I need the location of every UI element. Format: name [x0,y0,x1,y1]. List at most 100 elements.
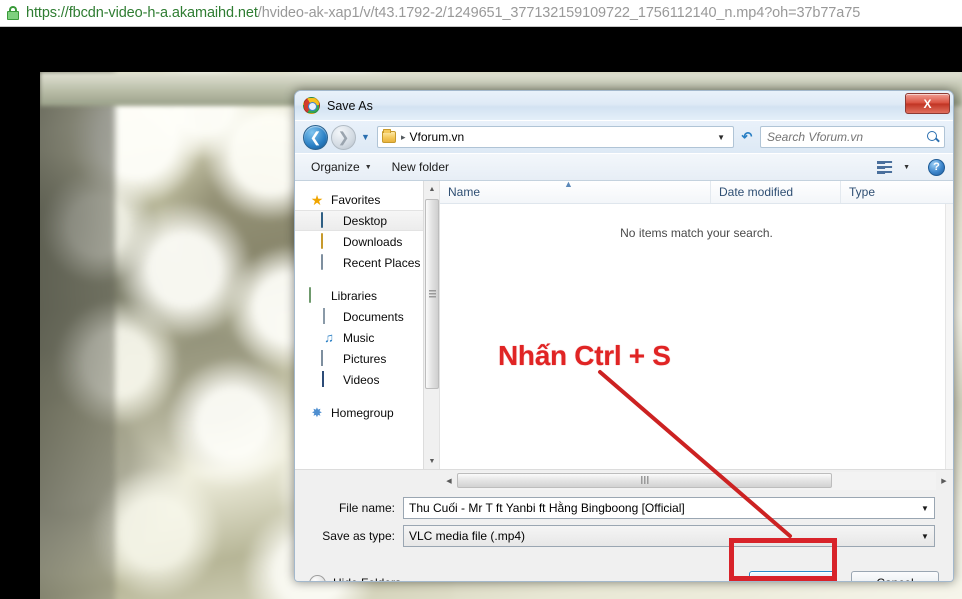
new-folder-label: New folder [391,160,449,174]
view-list-icon[interactable] [877,160,894,174]
hide-folders-button[interactable]: ▲ Hide Folders [309,574,401,581]
back-button[interactable]: ❮ [303,124,328,150]
help-icon[interactable]: ? [928,158,945,176]
url-text: https://fbcdn-video-h-a.akamaihd.net/hvi… [26,0,861,26]
forward-button[interactable]: ❯ [331,124,356,150]
desktop-icon [321,211,337,229]
tree-label: Recent Places [343,255,421,270]
tree-label: Homegroup [331,405,394,420]
cancel-label: Cancel [876,576,913,581]
breadcrumb[interactable]: Vforum.vn [410,130,465,144]
cancel-button[interactable]: Cancel [851,571,939,581]
address-breadcrumb-bar[interactable]: ▸ Vforum.vn ▼ [377,126,734,148]
scroll-down-button[interactable]: ▼ [424,453,439,469]
dialog-title-bar: Save As X [295,91,953,121]
navigation-tree[interactable]: ★ Favorites Desktop Downloads Recent Pla… [295,181,440,469]
column-label: Type [849,185,876,199]
file-name-label: File name: [338,501,395,515]
empty-list-message: No items match your search. [620,226,773,240]
column-header-date-modified[interactable]: Date modified [711,181,841,203]
command-toolbar: Organize ▼ New folder ▼ ? [295,153,953,181]
sidebar-item-pictures[interactable]: Pictures [295,348,439,369]
address-dropdown-icon[interactable]: ▼ [713,133,729,142]
document-icon [321,307,337,325]
folder-icon [321,232,337,250]
search-input[interactable] [765,129,926,145]
tree-label: Documents [343,309,404,324]
forward-arrow-icon: ❯ [337,129,350,145]
hscroll-thumb[interactable] [457,472,832,488]
organize-label: Organize [311,160,360,174]
star-icon: ★ [310,191,324,208]
hscroll-left-button[interactable]: ◀ [441,472,457,490]
dialog-title: Save As [327,98,373,113]
column-label: Date modified [719,185,794,199]
tree-label: Pictures [343,351,387,366]
column-header-type[interactable]: Type [841,181,953,203]
tree-group-favorites[interactable]: ★ Favorites [295,189,439,210]
sidebar-item-recent-places[interactable]: Recent Places [295,252,439,273]
horizontal-scrollbar-row: ◀ ▶ [295,469,953,491]
tree-label: Downloads [343,234,403,249]
save-as-type-value: VLC media file (.mp4) [409,529,526,543]
search-icon [926,130,940,144]
chevron-down-icon[interactable]: ▼ [916,532,934,541]
sidebar-item-homegroup[interactable]: ✸ Homegroup [295,402,439,423]
tree-label: Favorites [331,192,381,207]
libraries-icon [309,286,325,304]
hscroll-track[interactable] [457,471,936,490]
url-path: /hvideo-ak-xap1/v/t43.1792-2/1249651_377… [257,4,861,21]
sidebar-item-videos[interactable]: Videos [295,369,439,390]
save-as-type-label: Save as type: [322,529,395,543]
sidebar-item-music[interactable]: ♫ Music [295,327,439,348]
file-list-scrollbar[interactable] [945,204,953,469]
breadcrumb-separator-icon: ▸ [401,131,406,142]
tree-scrollbar[interactable]: ▲ ▼ [423,181,439,469]
chevron-down-icon: ▼ [361,132,370,142]
tree-label: Libraries [331,288,378,303]
tree-group-libraries[interactable]: Libraries [295,285,439,306]
refresh-icon: ↶ [741,129,753,144]
save-as-dialog: Save As X ❮ ❯ ▼ ▸ Vforum.vn ▼ ↶ Search V… [294,90,954,582]
file-name-input[interactable]: Thu Cuối - Mr T ft Yanbi ft Hằng Bingboo… [403,497,935,519]
chevron-down-icon: ▼ [903,163,910,171]
hide-folders-label: Hide Folders [333,576,401,581]
lock-icon [6,5,20,21]
chevron-down-icon: ▼ [428,457,436,465]
tree-label: Music [343,330,375,345]
url-scheme: https:// [26,4,69,21]
tree-label: Videos [343,372,380,387]
new-folder-button[interactable]: New folder [384,158,457,176]
sidebar-item-desktop[interactable]: Desktop [295,210,439,231]
save-button[interactable]: Save [749,571,837,581]
sidebar-item-documents[interactable]: Documents [295,306,439,327]
save-as-type-select[interactable]: VLC media file (.mp4) ▼ [403,525,935,547]
help-label: ? [933,161,940,173]
video-icon [321,370,337,388]
hscroll-right-button[interactable]: ▶ [936,472,952,490]
sidebar-item-downloads[interactable]: Downloads [295,231,439,252]
view-dropdown-button[interactable]: ▼ [899,162,914,173]
dialog-body: ★ Favorites Desktop Downloads Recent Pla… [295,181,953,469]
scroll-up-button[interactable]: ▲ [424,181,439,197]
close-button[interactable]: X [905,93,950,114]
history-dropdown-button[interactable]: ▼ [359,132,372,142]
search-box[interactable] [760,126,945,148]
save-label: Save [779,576,806,581]
refresh-button[interactable]: ↶ [737,126,757,148]
column-label: Name [448,185,481,199]
scrollbar-thumb[interactable] [425,199,439,389]
column-header-name[interactable]: Name ▲ [440,181,711,203]
organize-button[interactable]: Organize ▼ [303,158,380,176]
file-list-pane[interactable]: Name ▲ Date modified Type No items match… [440,181,953,469]
chevron-down-icon[interactable]: ▼ [916,504,934,513]
save-as-type-row: Save as type: VLC media file (.mp4) ▼ [313,525,935,547]
file-name-row: File name: Thu Cuối - Mr T ft Yanbi ft H… [313,497,935,519]
navigation-bar: ❮ ❯ ▼ ▸ Vforum.vn ▼ ↶ [295,121,953,153]
back-arrow-icon: ❮ [309,129,322,145]
chevron-up-icon: ▲ [428,185,436,193]
browser-address-bar[interactable]: https://fbcdn-video-h-a.akamaihd.net/hvi… [0,0,962,27]
file-list-header: Name ▲ Date modified Type [440,181,953,204]
tree-label: Desktop [343,213,388,228]
